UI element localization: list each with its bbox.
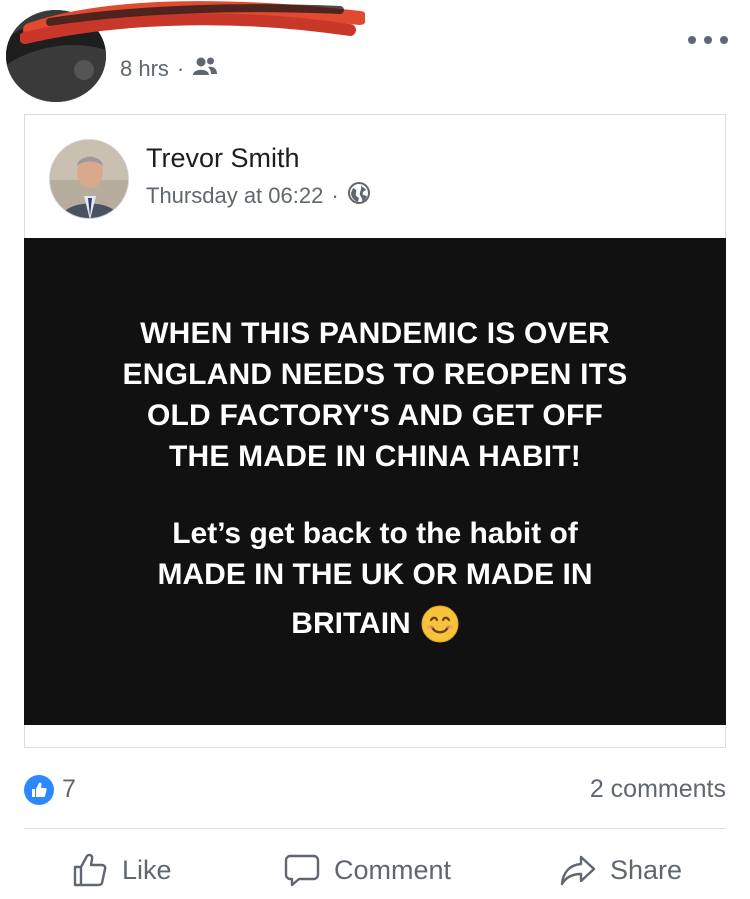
share-button[interactable]: Share — [560, 848, 682, 892]
facebook-post-screen: 8 hrs · Trevor Smith Thursday at 06:22 ·… — [0, 0, 750, 899]
comment-bubble-icon — [284, 854, 320, 887]
sharer-meta: 8 hrs · — [120, 56, 218, 82]
divider — [24, 828, 726, 829]
like-count[interactable]: 7 — [62, 775, 76, 804]
post-author-name[interactable]: Trevor Smith — [146, 143, 300, 174]
post-text-paragraph-1: WHEN THIS PANDEMIC IS OVER ENGLAND NEEDS… — [24, 313, 726, 477]
post-text-line: MADE IN THE UK OR MADE IN — [157, 558, 593, 591]
thumbs-up-icon — [73, 853, 107, 887]
share-label: Share — [610, 854, 683, 885]
author-avatar[interactable] — [49, 139, 129, 219]
redaction-scribble — [20, 1, 365, 44]
meta-separator: · — [331, 183, 339, 208]
comments-count[interactable]: 2 comments — [590, 775, 726, 804]
post-text-last-line: BRITAIN — [291, 603, 459, 644]
post-text-line: ENGLAND NEEDS TO REOPEN ITS — [122, 358, 628, 391]
smiling-face-emoji — [421, 605, 459, 642]
globe-icon — [347, 181, 371, 211]
post-text-line: BRITAIN — [291, 607, 411, 640]
like-label: Like — [122, 854, 172, 885]
shared-post-card[interactable]: Trevor Smith Thursday at 06:22 · WHEN TH… — [24, 114, 726, 748]
sharer-time[interactable]: 8 hrs — [120, 56, 169, 82]
post-meta: Thursday at 06:22 · — [146, 181, 371, 211]
meta-separator: · — [176, 56, 185, 81]
more-options-icon[interactable] — [688, 30, 728, 50]
post-time[interactable]: Thursday at 06:22 — [146, 183, 323, 209]
comment-button[interactable]: Comment — [284, 848, 451, 892]
friends-icon — [192, 56, 218, 82]
post-text-line: WHEN THIS PANDEMIC IS OVER — [140, 317, 610, 350]
share-arrow-icon — [560, 855, 596, 886]
post-text-line: OLD FACTORY'S AND GET OFF — [146, 399, 604, 432]
like-button[interactable]: Like — [72, 848, 172, 892]
like-reaction-icon[interactable] — [24, 775, 54, 805]
post-text-line: THE MADE IN CHINA HABIT! — [169, 440, 581, 473]
post-text-background: WHEN THIS PANDEMIC IS OVER ENGLAND NEEDS… — [24, 238, 726, 725]
comment-label: Comment — [334, 854, 452, 885]
post-text-line: Let’s get back to the habit of — [172, 517, 578, 550]
post-text-paragraph-2: Let’s get back to the habit of MADE IN T… — [24, 513, 726, 644]
